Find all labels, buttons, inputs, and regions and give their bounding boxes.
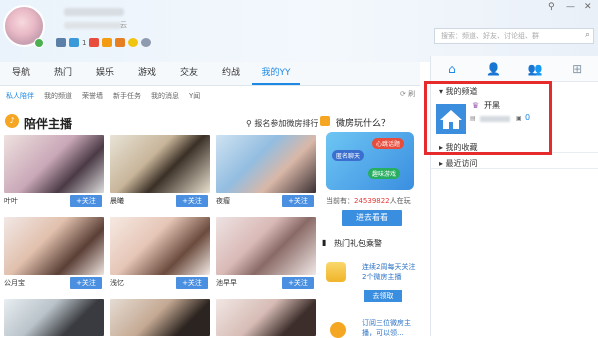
follow-button[interactable]: +关注	[70, 195, 102, 207]
bubble-fun-game: 趣味游戏	[368, 168, 401, 179]
streamer-photo[interactable]	[110, 299, 210, 336]
tab-social[interactable]: 交友	[168, 62, 210, 85]
streamer-photo[interactable]	[216, 217, 316, 275]
subtab-private[interactable]: 私人陪伴	[6, 91, 34, 101]
refresh-button[interactable]: ⟳ 刷	[400, 89, 415, 99]
hat-icon[interactable]	[115, 38, 126, 47]
search-box[interactable]: 搜索：频道、好友、讨论组、群 ⌕	[434, 28, 594, 44]
tab-game[interactable]: 游戏	[126, 62, 168, 85]
online-count: 当前有：24539822人在玩	[326, 196, 411, 206]
online-number: 24539822	[354, 197, 390, 205]
friend-icon[interactable]: 👤	[473, 56, 515, 81]
bubble-heartbeat: 心跳话题	[372, 138, 405, 149]
streamer-name: 晨曦	[110, 197, 124, 205]
subtab-messages[interactable]: 我的消息	[151, 91, 179, 101]
tab-match[interactable]: 约战	[210, 62, 252, 85]
streamer-card[interactable]: 池早早 +关注	[216, 217, 316, 290]
follow-button[interactable]: +关注	[70, 277, 102, 289]
streamer-card[interactable]	[110, 299, 210, 336]
pin-icon[interactable]: ⚲	[548, 2, 555, 12]
gift-icon	[326, 262, 346, 282]
close-button[interactable]: ✕	[584, 2, 592, 12]
eye-icon[interactable]	[141, 38, 152, 47]
streamer-card[interactable]: 晨曦 +关注	[110, 135, 210, 208]
gift-title-icon: ▮	[322, 238, 327, 247]
yy-icon[interactable]	[102, 38, 113, 47]
gift-desc-1: 连续2周每天关注2个微房主播	[362, 263, 416, 281]
streamer-photo[interactable]	[4, 217, 104, 275]
streamer-name: 浅忆	[110, 279, 124, 287]
weifang-title: 微房玩什么？	[336, 119, 391, 129]
follow-button[interactable]: +关注	[176, 195, 208, 207]
vip-icon[interactable]	[69, 38, 79, 47]
streamer-photo[interactable]	[216, 135, 316, 193]
badge-count: 1	[82, 38, 87, 47]
divider	[430, 168, 598, 169]
tab-nav[interactable]: 导航	[0, 62, 42, 85]
streamer-card[interactable]: 公月宝 +关注	[4, 217, 104, 290]
tab-my-yy[interactable]: 我的YY	[252, 62, 300, 85]
nine-icon[interactable]	[89, 38, 100, 47]
streamer-name: 夜瘤	[216, 197, 230, 205]
online-status-icon	[34, 38, 44, 48]
streamer-card[interactable]	[4, 299, 104, 336]
sub-nav: 私人陪伴 我的频道 荣誉墙 新手任务 我的消息 Y闻	[0, 87, 420, 104]
subtab-my-channel[interactable]: 我的频道	[44, 91, 72, 101]
search-icon[interactable]: ⌕	[585, 30, 590, 40]
online-prefix: 当前有：	[326, 197, 354, 205]
streamer-card[interactable]: 叶叶 +关注	[4, 135, 104, 208]
signature-tail: 云	[120, 21, 127, 29]
online-suffix: 人在玩	[389, 197, 411, 205]
tab-entertainment[interactable]: 娱乐	[84, 62, 126, 85]
section-title: 陪伴主播	[24, 117, 73, 131]
minimize-button[interactable]: —	[566, 2, 575, 12]
follow-button[interactable]: +关注	[176, 277, 208, 289]
claim-button[interactable]: 去领取	[364, 290, 402, 302]
apps-icon[interactable]: ⊞	[556, 56, 598, 81]
streamer-photo[interactable]	[4, 299, 104, 336]
username-redacted	[64, 8, 124, 16]
streamer-photo[interactable]	[110, 217, 210, 275]
tab-hot[interactable]: 热门	[42, 62, 84, 85]
streamer-name: 叶叶	[4, 197, 18, 205]
rank-signup-label[interactable]: 报名参加微房排行	[254, 119, 318, 128]
streamer-name: 池早早	[216, 279, 237, 287]
face-icon[interactable]	[128, 38, 139, 47]
signature-redacted	[64, 22, 122, 29]
streamer-card[interactable]: 浅忆 +关注	[110, 217, 210, 290]
main-nav: 导航 热门 娱乐 游戏 交友 约战 我的YY	[0, 62, 420, 86]
streamer-photo[interactable]	[4, 135, 104, 193]
gift-desc-2: 订阅三位微房主播，可以领...	[362, 319, 411, 337]
bubble-anonymous: 匿名聊天	[332, 150, 365, 161]
subtab-tasks[interactable]: 新手任务	[113, 91, 141, 101]
subtab-honor[interactable]: 荣誉墙	[82, 91, 103, 101]
weifang-icon	[320, 116, 330, 129]
streamer-photo[interactable]	[216, 299, 316, 336]
weifang-promo-banner[interactable]: 匿名聊天 心跳话题 趣味游戏	[326, 132, 414, 190]
badge-row: 1	[56, 38, 152, 47]
subtab-news[interactable]: Y闻	[189, 91, 200, 101]
streamer-name: 公月宝	[4, 279, 25, 287]
streamer-card[interactable]: 夜瘤 +关注	[216, 135, 316, 208]
sidebar-tabs: ⌂ 👤 👥 ⊞	[431, 56, 598, 82]
rank-signup-link[interactable]: ⚲ 报名参加微房排行	[246, 118, 318, 129]
streamer-card[interactable]	[216, 299, 316, 336]
gift-title: 热门礼包乘警	[334, 239, 382, 248]
gamepad-icon[interactable]	[56, 38, 66, 47]
weifang-panel: 微房玩什么？ 匿名聊天 心跳话题 趣味游戏 当前有：24539822人在玩 进去…	[318, 104, 420, 338]
highlight-box	[424, 81, 552, 155]
mic-icon: ♪	[5, 114, 19, 128]
home-icon[interactable]: ⌂	[431, 56, 473, 81]
streamer-photo[interactable]	[110, 135, 210, 193]
group-icon[interactable]: 👥	[515, 56, 557, 81]
follow-button[interactable]: +关注	[282, 277, 314, 289]
enter-button[interactable]: 进去看看	[342, 210, 402, 226]
search-input[interactable]: 搜索：频道、好友、讨论组、群	[441, 31, 539, 41]
follow-button[interactable]: +关注	[282, 195, 314, 207]
